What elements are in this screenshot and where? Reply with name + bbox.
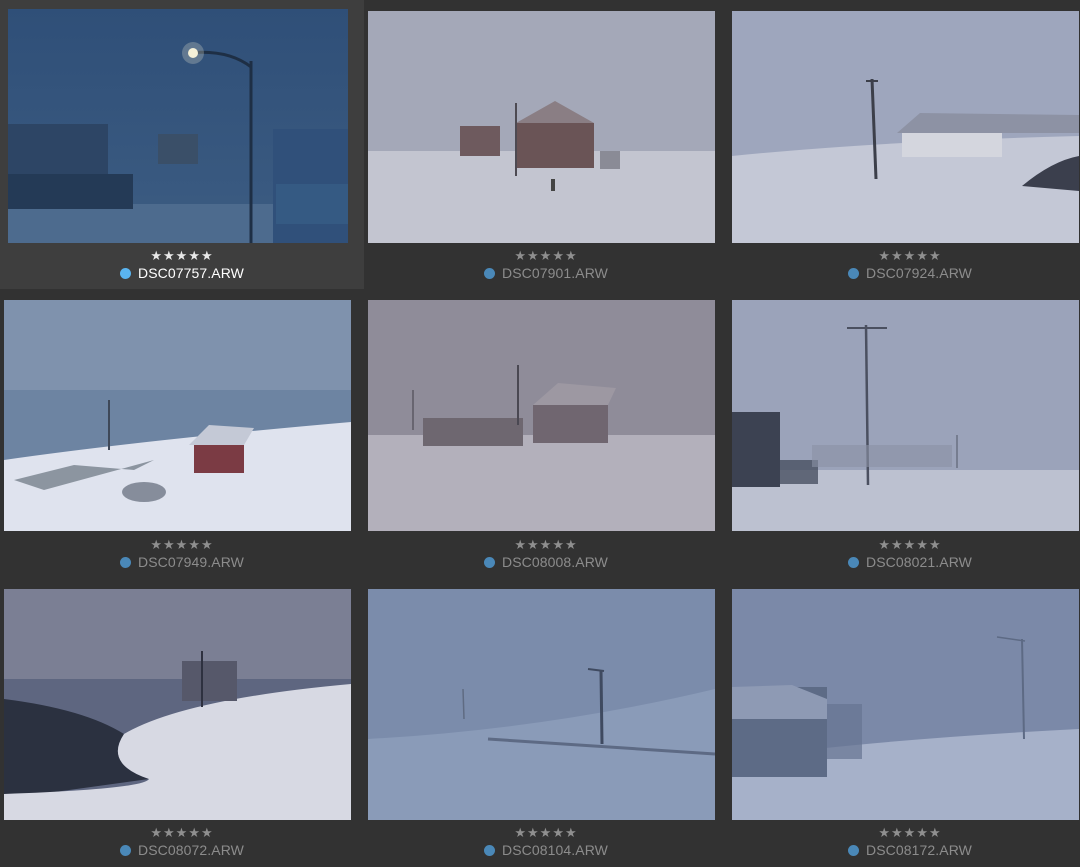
rating-stars[interactable]: ★★★★★ [364,539,728,553]
star-icon[interactable]: ★ [176,538,189,553]
filename-label: DSC08172.ARW [866,842,972,858]
star-icon[interactable]: ★ [565,249,578,264]
color-label-dot[interactable] [120,267,131,279]
star-icon[interactable]: ★ [188,538,201,553]
color-label-dot[interactable] [848,556,859,568]
star-icon[interactable]: ★ [514,249,527,264]
rating-stars[interactable]: ★★★★★ [728,250,1080,264]
star-icon[interactable]: ★ [929,249,942,264]
rating-stars[interactable]: ★★★★★ [728,539,1080,553]
star-icon[interactable]: ★ [540,249,553,264]
rating-stars[interactable]: ★★★★★ [364,827,728,841]
photo-cell-3[interactable]: ★★★★★ DSC07924.ARW [728,0,1080,289]
star-icon[interactable]: ★ [514,538,527,553]
star-icon[interactable]: ★ [552,826,565,841]
star-icon[interactable]: ★ [565,538,578,553]
photo-cell-9[interactable]: ★★★★★ DSC08172.ARW [728,578,1080,867]
star-icon[interactable]: ★ [916,826,929,841]
star-icon[interactable]: ★ [540,826,553,841]
star-icon[interactable]: ★ [904,249,917,264]
star-icon[interactable]: ★ [904,538,917,553]
star-icon[interactable]: ★ [916,249,929,264]
star-icon[interactable]: ★ [163,826,176,841]
photo-thumbnail[interactable] [732,300,1079,531]
color-label-dot[interactable] [120,844,131,856]
star-icon[interactable]: ★ [891,249,904,264]
photo-thumbnail[interactable] [732,11,1079,243]
star-icon[interactable]: ★ [891,826,904,841]
photo-thumbnail[interactable] [8,9,348,243]
star-icon[interactable]: ★ [929,826,942,841]
photo-cell-5[interactable]: ★★★★★ DSC08008.ARW [364,289,728,578]
star-icon[interactable]: ★ [916,538,929,553]
photo-thumbnail[interactable] [368,300,715,531]
color-label-dot[interactable] [848,844,859,856]
photo-cell-1[interactable]: ★★★★★ DSC07757.ARW [0,0,364,289]
photo-thumbnail[interactable] [368,589,715,820]
photo-cell-4[interactable]: ★★★★★ DSC07949.ARW [0,289,364,578]
photo-thumbnail[interactable] [732,589,1079,820]
star-icon[interactable]: ★ [527,538,540,553]
filename-label: DSC08008.ARW [502,554,608,570]
star-icon[interactable]: ★ [878,826,891,841]
rating-stars[interactable]: ★★★★★ [0,250,364,264]
color-label-dot[interactable] [484,844,495,856]
color-label-dot[interactable] [120,556,131,568]
photo-cell-2[interactable]: ★★★★★ DSC07901.ARW [364,0,728,289]
star-icon[interactable]: ★ [904,826,917,841]
photo-cell-7[interactable]: ★★★★★ DSC08072.ARW [0,578,364,867]
filename-label: DSC07924.ARW [866,265,972,281]
star-icon[interactable]: ★ [188,249,201,264]
filename-label: DSC07757.ARW [138,265,244,281]
star-icon[interactable]: ★ [150,538,163,553]
filename-label: DSC08072.ARW [138,842,244,858]
star-icon[interactable]: ★ [514,826,527,841]
color-label-dot[interactable] [484,267,495,279]
rating-stars[interactable]: ★★★★★ [364,250,728,264]
rating-stars[interactable]: ★★★★★ [0,827,364,841]
star-icon[interactable]: ★ [540,538,553,553]
star-icon[interactable]: ★ [163,249,176,264]
star-icon[interactable]: ★ [163,538,176,553]
star-icon[interactable]: ★ [188,826,201,841]
star-icon[interactable]: ★ [150,249,163,264]
star-icon[interactable]: ★ [929,538,942,553]
rating-stars[interactable]: ★★★★★ [728,827,1080,841]
star-icon[interactable]: ★ [176,826,189,841]
filename-label: DSC07949.ARW [138,554,244,570]
star-icon[interactable]: ★ [552,249,565,264]
star-icon[interactable]: ★ [878,249,891,264]
photo-thumbnail[interactable] [4,300,351,531]
star-icon[interactable]: ★ [201,826,214,841]
star-icon[interactable]: ★ [150,826,163,841]
star-icon[interactable]: ★ [527,826,540,841]
photo-cell-6[interactable]: ★★★★★ DSC08021.ARW [728,289,1080,578]
color-label-dot[interactable] [848,267,859,279]
rating-stars[interactable]: ★★★★★ [0,539,364,553]
photo-thumbnail[interactable] [368,11,715,243]
star-icon[interactable]: ★ [891,538,904,553]
filename-label: DSC08104.ARW [502,842,608,858]
star-icon[interactable]: ★ [565,826,578,841]
photo-cell-8[interactable]: ★★★★★ DSC08104.ARW [364,578,728,867]
color-label-dot[interactable] [484,556,495,568]
star-icon[interactable]: ★ [552,538,565,553]
star-icon[interactable]: ★ [201,538,214,553]
star-icon[interactable]: ★ [176,249,189,264]
filename-label: DSC08021.ARW [866,554,972,570]
star-icon[interactable]: ★ [201,249,214,264]
star-icon[interactable]: ★ [527,249,540,264]
photo-grid: ★★★★★ DSC07757.ARW ★★★★★ DSC07901.ARW ★★… [0,0,1080,865]
filename-label: DSC07901.ARW [502,265,608,281]
photo-thumbnail[interactable] [4,589,351,820]
star-icon[interactable]: ★ [878,538,891,553]
